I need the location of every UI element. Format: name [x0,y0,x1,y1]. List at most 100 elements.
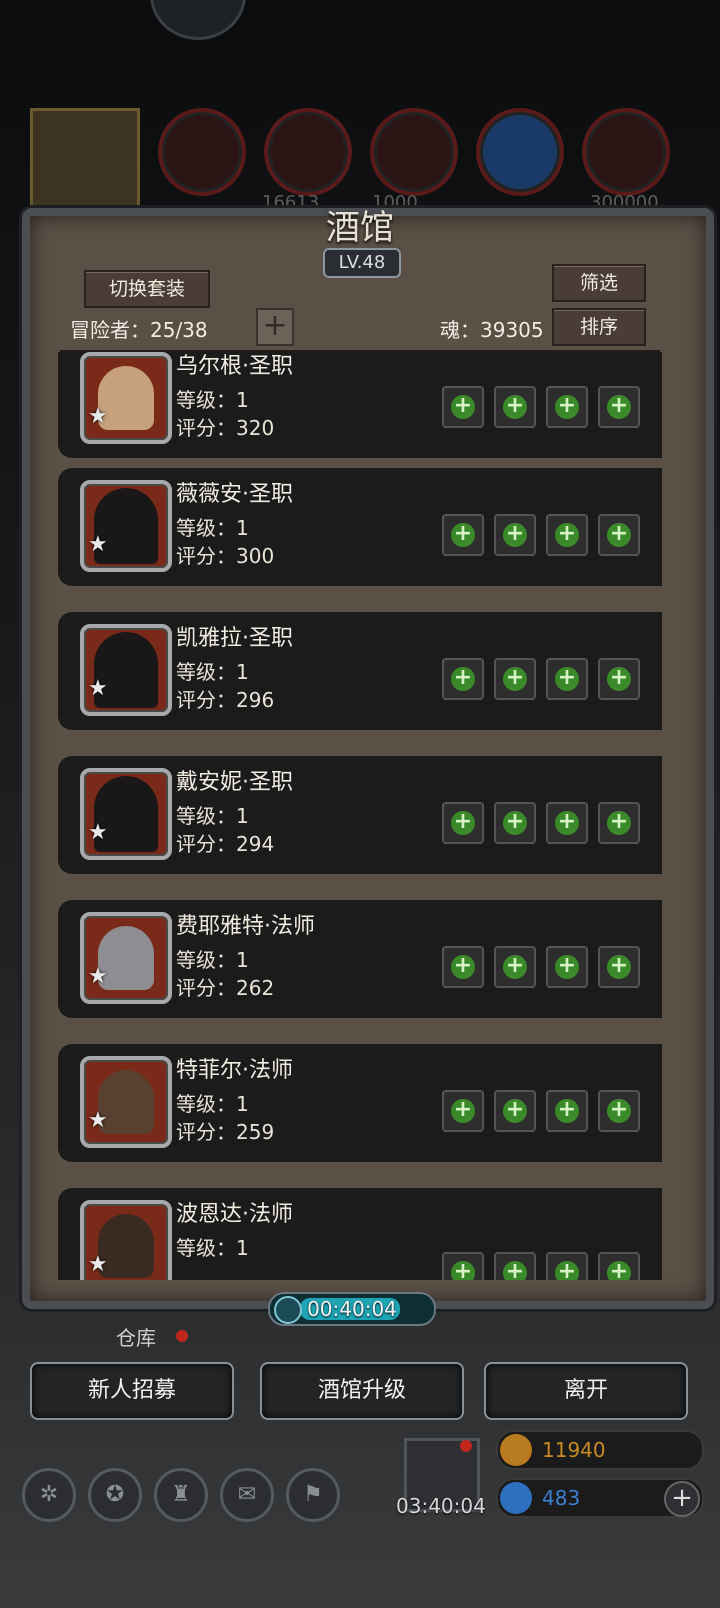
hero-avatar [80,1056,172,1148]
hero-row[interactable]: ★ 特菲尔·法师 等级：1 评分：259 + + + + [58,1044,662,1162]
hero-row[interactable]: ★ 凯雅拉·圣职 等级：1 评分：296 + + + + [58,612,662,730]
hero-name: 薇薇安·圣职 [176,482,293,507]
add-trinket-button[interactable]: + [598,802,640,844]
hero-level: 等级：1 [176,948,249,972]
hero-row[interactable]: ★ 波恩达·法师 等级：1 + + + + [58,1188,662,1280]
rank-icon[interactable]: ♜ [154,1468,208,1522]
add-accessory-button[interactable]: + [546,514,588,556]
hero-level: 等级：1 [176,1092,249,1116]
add-trinket-button[interactable]: + [598,946,640,988]
add-weapon-button[interactable]: + [442,946,484,988]
resource-icon-5 [582,108,670,196]
add-weapon-icon: + [451,523,475,547]
gem-icon [500,1482,532,1514]
add-weapon-icon: + [451,1099,475,1123]
hero-level: 等级：1 [176,660,249,684]
hero-level: 等级：1 [176,388,249,412]
add-accessory-button[interactable]: + [546,658,588,700]
add-weapon-icon: + [451,811,475,835]
soul-count: 魂：39305 [440,318,544,342]
mail-icon[interactable]: ✉ [220,1468,274,1522]
add-trinket-button[interactable]: + [598,658,640,700]
hero-list[interactable]: ★ 乌尔根·圣职 等级：1 评分：320 + + + + ★ 薇薇安·圣职 等级… [58,352,662,1280]
star-menu-icon[interactable]: ✪ [88,1468,142,1522]
hero-level: 等级：1 [176,1236,249,1260]
add-weapon-button[interactable]: + [442,802,484,844]
star-icon: ★ [88,676,108,701]
add-armor-button[interactable]: + [494,946,536,988]
notification-dot [460,1440,472,1452]
star-icon: ★ [88,532,108,557]
add-gem-button[interactable]: + [664,1481,700,1517]
add-accessory-icon: + [555,1261,579,1280]
add-armor-icon: + [503,395,527,419]
leave-button[interactable]: 离开 [484,1362,688,1420]
add-trinket-button[interactable]: + [598,514,640,556]
gem-display: 483 + [496,1478,704,1518]
timer-text: 00:40:04 [307,1297,397,1321]
hero-score: 评分：296 [176,688,275,712]
add-armor-button[interactable]: + [494,514,536,556]
adventurer-count: 冒险者：25/38 [70,318,208,342]
add-accessory-icon: + [555,955,579,979]
settings-icon[interactable]: ✲ [22,1468,76,1522]
add-accessory-button[interactable]: + [546,386,588,428]
add-slot-button[interactable]: + [256,308,294,346]
hero-score: 评分：259 [176,1120,275,1144]
hero-row[interactable]: ★ 费耶雅特·法师 等级：1 评分：262 + + + + [58,900,662,1018]
gold-display: 11940 [496,1430,704,1470]
add-armor-button[interactable]: + [494,802,536,844]
recruit-button[interactable]: 新人招募 [30,1362,234,1420]
add-weapon-icon: + [451,1261,475,1280]
map-icon[interactable]: ⚑ [286,1468,340,1522]
add-weapon-button[interactable]: + [442,386,484,428]
hero-row[interactable]: ★ 薇薇安·圣职 等级：1 评分：300 + + + + [58,468,662,586]
hero-name: 波恩达·法师 [176,1202,293,1227]
tavern-upgrade-button[interactable]: 酒馆升级 [260,1362,464,1420]
add-accessory-icon: + [555,523,579,547]
add-weapon-button[interactable]: + [442,514,484,556]
hero-row[interactable]: ★ 乌尔根·圣职 等级：1 评分：320 + + + + [58,352,662,458]
add-accessory-icon: + [555,811,579,835]
add-accessory-icon: + [555,1099,579,1123]
switch-outfit-button[interactable]: 切换套装 [84,270,210,308]
gift-timer: 03:40:04 [396,1494,486,1518]
star-icon: ★ [88,964,108,989]
add-armor-button[interactable]: + [494,386,536,428]
add-weapon-button[interactable]: + [442,658,484,700]
add-accessory-button[interactable]: + [546,1252,588,1280]
add-accessory-button[interactable]: + [546,802,588,844]
add-armor-button[interactable]: + [494,1252,536,1280]
filter-button[interactable]: 筛选 [552,264,646,302]
hero-score: 评分：294 [176,832,275,856]
add-accessory-button[interactable]: + [546,946,588,988]
star-icon: ★ [88,1252,108,1277]
add-armor-button[interactable]: + [494,658,536,700]
gold-icon [500,1434,532,1466]
add-trinket-button[interactable]: + [598,1252,640,1280]
sort-button[interactable]: 排序 [552,308,646,346]
hero-level: 等级：1 [176,516,249,540]
gold-value: 11940 [542,1438,606,1462]
gem-value: 483 [542,1486,581,1510]
hero-score: 评分：300 [176,544,275,568]
resource-icon-3 [370,108,458,196]
add-armor-button[interactable]: + [494,1090,536,1132]
add-weapon-button[interactable]: + [442,1252,484,1280]
hero-name: 特菲尔·法师 [176,1058,293,1083]
add-trinket-button[interactable]: + [598,386,640,428]
tavern-level: LV.48 [323,248,401,278]
hero-avatar [80,624,172,716]
add-weapon-button[interactable]: + [442,1090,484,1132]
resource-icon-1 [158,108,246,196]
add-accessory-icon: + [555,395,579,419]
panel-title: 酒馆 [326,208,394,248]
add-trinket-icon: + [607,811,631,835]
add-trinket-button[interactable]: + [598,1090,640,1132]
add-trinket-icon: + [607,1099,631,1123]
resource-icon-2 [264,108,352,196]
warehouse-label[interactable]: 仓库 [116,1322,156,1351]
hero-row[interactable]: ★ 戴安妮·圣职 等级：1 评分：294 + + + + [58,756,662,874]
hero-score: 评分：320 [176,416,275,440]
add-accessory-button[interactable]: + [546,1090,588,1132]
